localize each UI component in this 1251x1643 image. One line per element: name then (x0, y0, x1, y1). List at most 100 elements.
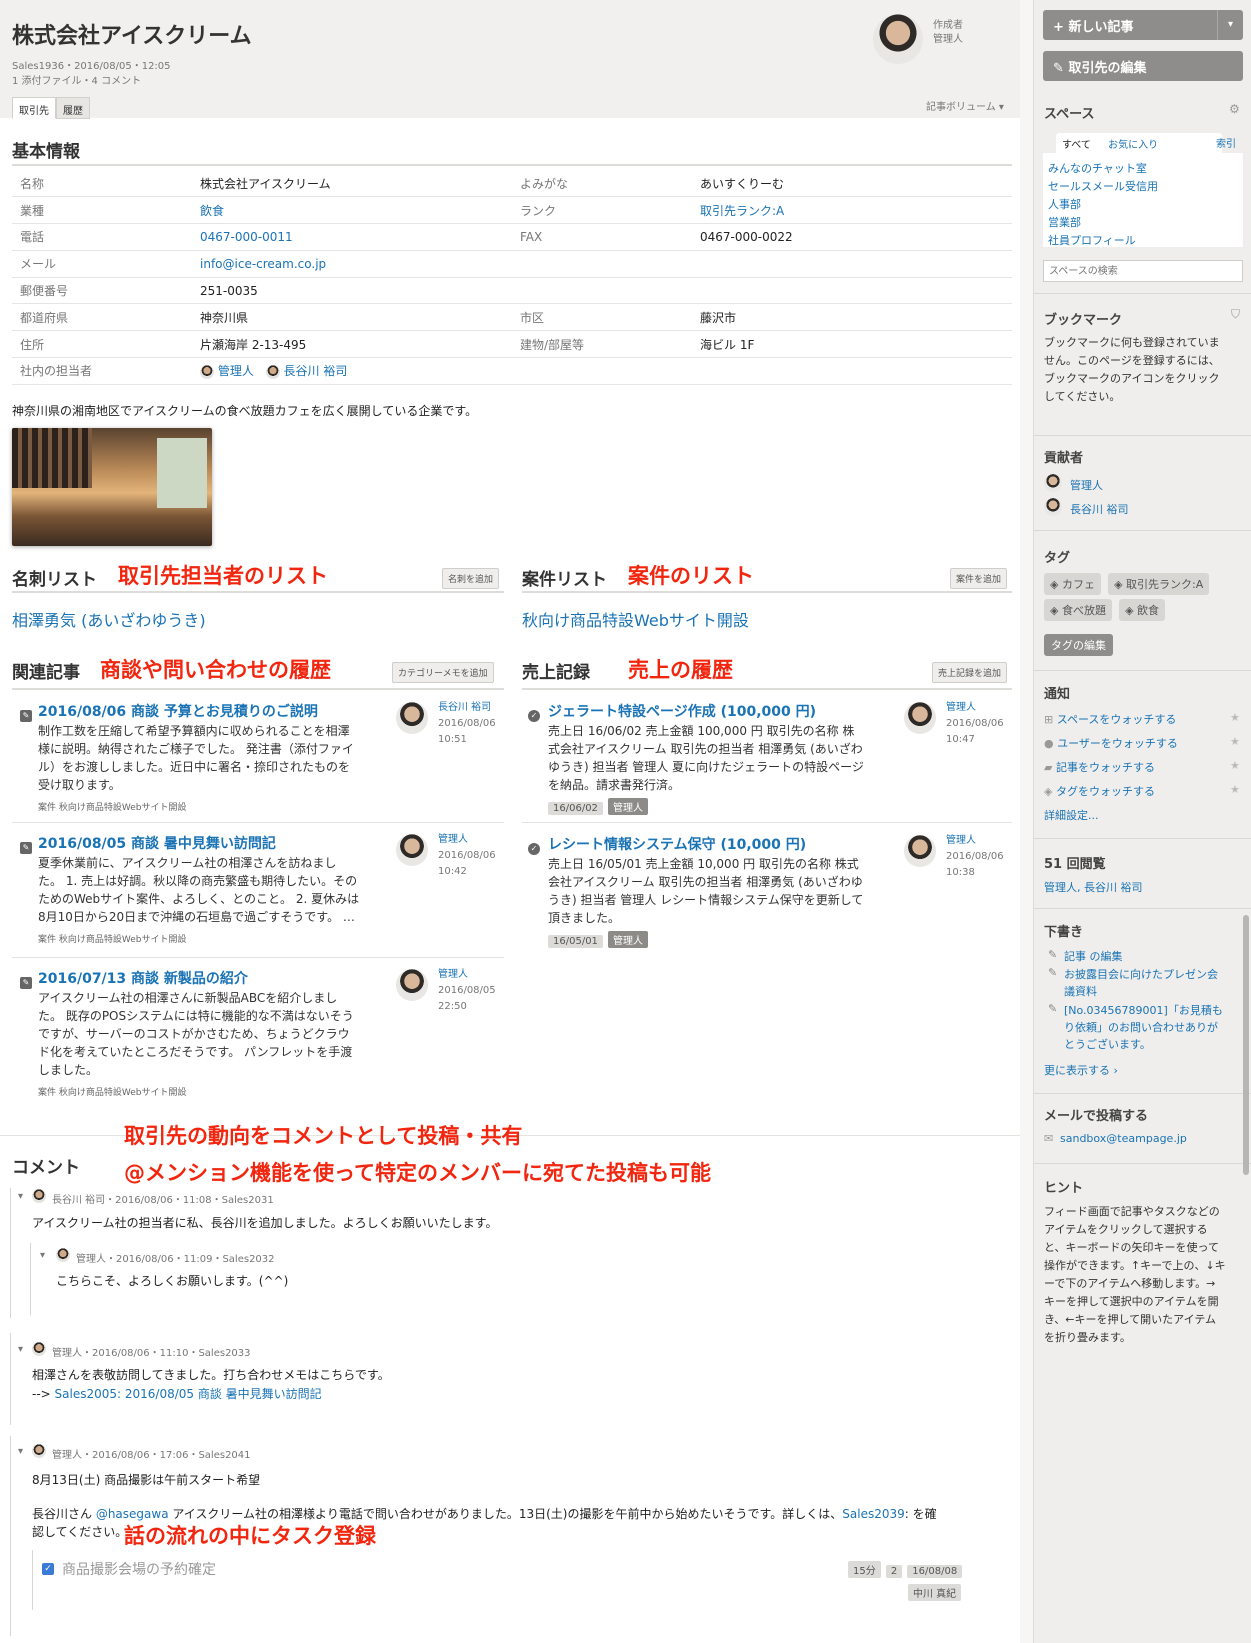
collapse-icon[interactable]: ▾ (18, 1344, 23, 1355)
user-tag[interactable]: 管理人 (608, 798, 649, 815)
avatar[interactable] (904, 702, 936, 734)
tab-account[interactable]: 取引先 (12, 97, 56, 119)
body-line: 8月10日から20日まで沖縄の石垣島で過ごすそうです。 … (38, 910, 355, 924)
star-icon[interactable]: ★ (1230, 735, 1240, 748)
comment-subtitle[interactable]: 8月13日(土) 商品撮影は午前スタート希望 (32, 1471, 260, 1489)
space-link[interactable]: セールスメール受信用 (1048, 178, 1158, 194)
tag-chip[interactable]: ◈ カフェ (1044, 573, 1101, 595)
tag-chip[interactable]: ◈ 取引先ランク:A (1108, 573, 1210, 595)
divider (12, 591, 504, 593)
list-item[interactable]: ✓ ジェラート特設ページ作成 (100,000 円) 売上日 16/06/02 … (522, 698, 1012, 818)
add-card-button[interactable]: 名刺を追加 (442, 568, 500, 589)
avatar[interactable] (904, 835, 936, 867)
list-item[interactable]: ✎ 2016/07/13 商談 新製品の紹介 アイスクリーム社の相澤さんに新製品… (12, 965, 504, 1110)
tab-favorites[interactable]: お気に入り (1108, 140, 1158, 151)
tag-chip[interactable]: ◈ 食べ放題 (1044, 599, 1112, 621)
collapse-icon[interactable]: ▾ (18, 1446, 23, 1457)
author-link[interactable]: 管理人 (946, 833, 1004, 849)
edit-account-button[interactable]: ✎ 取引先の編集 (1043, 51, 1243, 81)
staff-link[interactable]: 長谷川 裕司 (284, 364, 348, 378)
article-title[interactable]: 2016/08/05 商談 暑中見舞い訪問記 (38, 833, 276, 853)
star-icon[interactable]: ★ (1230, 759, 1240, 772)
list-item[interactable]: ✓ レシート情報システム保守 (10,000 円) 売上日 16/05/01 売… (522, 831, 1012, 951)
author-link[interactable]: 管理人 (946, 700, 1004, 716)
space-link[interactable]: 社員プロフィール (1048, 232, 1136, 248)
article-title[interactable]: 2016/08/06 商談 予算とお見積りのご説明 (38, 701, 318, 721)
author-link[interactable]: 管理人 (438, 967, 496, 983)
watch-tag-link[interactable]: ◈ タグをウォッチする (1044, 783, 1155, 799)
author-name[interactable]: 管理人 (933, 30, 963, 45)
user-tag[interactable]: 管理人 (608, 931, 649, 948)
watch-article-link[interactable]: ▰ 記事をウォッチする (1044, 759, 1155, 775)
avatar[interactable] (396, 702, 428, 734)
viewers-link[interactable]: 管理人, 長谷川 裕司 (1044, 879, 1143, 895)
time: 22:50 (438, 1001, 467, 1012)
space-search-input[interactable] (1043, 260, 1243, 282)
field-value-link[interactable]: 取引先ランク:A (692, 196, 1012, 225)
task-user[interactable]: 中川 真紀 (908, 1582, 962, 1601)
volume-menu[interactable]: 記事ボリューム ▾ (926, 98, 1004, 113)
author-link[interactable]: 長谷川 裕司 (438, 700, 496, 716)
scrollbar-thumb[interactable] (1243, 915, 1249, 1175)
author-link[interactable]: 管理人 (438, 832, 496, 848)
add-sale-button[interactable]: 売上記録を追加 (932, 662, 1008, 683)
list-item[interactable]: ✎ 2016/08/05 商談 暑中見舞い訪問記 夏季休業前に、アイスクリーム社… (12, 830, 504, 962)
mention-link[interactable]: @hasegawa (96, 1507, 169, 1521)
notify-settings-link[interactable]: 詳細設定... (1044, 807, 1099, 823)
attachment-image[interactable] (12, 428, 212, 546)
tag-chip[interactable]: ◈ 飲食 (1119, 599, 1166, 621)
mail-address-link[interactable]: sandbox@teampage.jp (1060, 1132, 1187, 1145)
drafts-more-link[interactable]: 更に表示する › (1044, 1062, 1118, 1078)
task-checkbox[interactable]: ✓ (42, 1563, 54, 1575)
watch-space-link[interactable]: ⊞ スペースをウォッチする (1044, 711, 1176, 727)
draft-link[interactable]: 記事 の編集 (1064, 948, 1123, 964)
add-project-button[interactable]: 案件を追加 (950, 568, 1008, 589)
tab-history[interactable]: 履歴 (56, 97, 90, 119)
user-tag[interactable]: 中川 真紀 (908, 1584, 962, 1601)
date: 2016/08/06 (946, 851, 1004, 862)
space-link[interactable]: みんなのチャット室 (1048, 160, 1147, 176)
article-link[interactable]: Sales2039 (842, 1507, 904, 1521)
email-link[interactable]: info@ice-cream.co.jp (192, 250, 512, 278)
star-icon[interactable]: ★ (1230, 783, 1240, 796)
phone-link[interactable]: 0467-000-0011 (192, 223, 512, 251)
space-link[interactable]: 営業部 (1048, 214, 1081, 230)
edit-tags-button[interactable]: タグの編集 (1044, 634, 1113, 656)
avatar[interactable] (396, 969, 428, 1001)
page-meta-counts[interactable]: 1 添付ファイル・4 コメント (12, 72, 141, 87)
draft-link[interactable]: [No.03456789001]「お見積も り依頼」のお問い合わせありが とうござい… (1064, 1002, 1223, 1053)
card-link[interactable]: 相澤勇気 (あいざわゆうき) (12, 607, 206, 631)
star-icon[interactable]: ★ (1230, 711, 1240, 724)
avatar[interactable] (396, 834, 428, 866)
sale-author: 管理人 2016/08/06 10:47 (946, 700, 1004, 748)
field-label: ランク (512, 196, 692, 225)
bookmark-icon[interactable]: ⛉ (1231, 307, 1240, 322)
add-memo-button[interactable]: カテゴリーメモを追加 (392, 662, 494, 683)
task-label[interactable]: 商品撮影会場の予約確定 (62, 1559, 216, 1579)
watch-user-link[interactable]: ● ユーザーをウォッチする (1044, 735, 1178, 751)
article-title[interactable]: 2016/07/13 商談 新製品の紹介 (38, 968, 248, 988)
tab-index[interactable]: 索引 (1216, 135, 1236, 150)
tab-all[interactable]: すべて (1062, 140, 1091, 151)
collapse-icon[interactable]: ▾ (40, 1250, 45, 1261)
text-line: き、←キーを押して開いたアイテム (1044, 1313, 1217, 1326)
staff-link[interactable]: 管理人 (218, 364, 254, 378)
draft-link[interactable]: お披露目会に向けたプレゼン会 議資料 (1064, 966, 1218, 1000)
article-link[interactable]: Sales2005: 2016/08/05 商談 暑中見舞い訪問記 (55, 1387, 322, 1401)
list-item[interactable]: ✎ 2016/08/06 商談 予算とお見積りのご説明 制作工数を圧縮して希望予… (12, 698, 504, 830)
contributor-link[interactable]: 管理人 (1070, 477, 1103, 493)
thread-line (10, 1333, 11, 1425)
new-article-button[interactable]: + 新しい記事 ▾ (1043, 10, 1243, 40)
tag-title: タグ (1044, 551, 1071, 566)
field-value-link[interactable]: 飲食 (192, 196, 512, 225)
collapse-icon[interactable]: ▾ (18, 1191, 23, 1202)
project-link[interactable]: 秋向け商品特設Webサイト開設 (522, 607, 749, 631)
space-link[interactable]: 人事部 (1048, 196, 1081, 212)
sale-title[interactable]: ジェラート特設ページ作成 (100,000 円) (548, 701, 816, 721)
contributor-link[interactable]: 長谷川 裕司 (1070, 501, 1129, 517)
gear-icon[interactable]: ⚙ (1229, 102, 1240, 116)
chevron-down-icon[interactable]: ▾ (1217, 10, 1243, 40)
comments-title: コメント (12, 1158, 80, 1178)
sale-title[interactable]: レシート情報システム保守 (10,000 円) (548, 834, 806, 854)
author-avatar[interactable] (873, 14, 923, 64)
